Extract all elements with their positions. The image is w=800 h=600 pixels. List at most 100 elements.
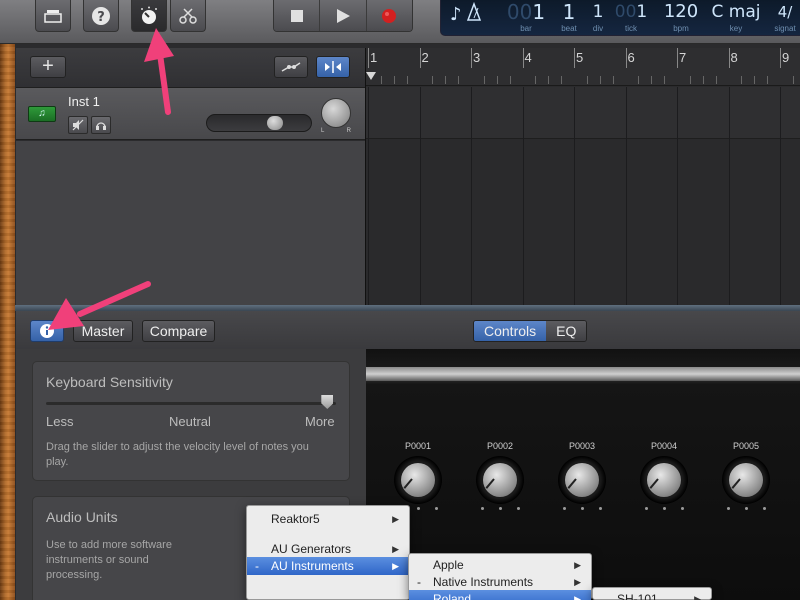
svg-text:♪: ♪	[450, 4, 462, 24]
lcd-div: 1 div	[587, 0, 609, 36]
plugin-menu: Reaktor5 ▶ AU Generators ▶ - AU Instruments ▶	[246, 505, 410, 600]
plugin-knob-label: P0003	[568, 441, 596, 451]
submenu-arrow-icon: ▶	[574, 577, 581, 587]
menu-item-label: SH-101	[617, 592, 658, 600]
range-dot	[580, 507, 584, 510]
help-button[interactable]: ?	[83, 0, 119, 32]
menu-item-roland[interactable]: Roland ▶	[409, 590, 591, 600]
timeline-ruler[interactable]: 1 2 3 4 5 6 7 8 9	[366, 48, 800, 86]
lcd-bar: 001 bar	[501, 0, 551, 36]
knob-icon[interactable]	[394, 456, 442, 504]
flex-icon	[325, 61, 341, 73]
play-button[interactable]	[320, 0, 367, 31]
ruler-beat-tick	[702, 76, 704, 84]
automation-icon	[281, 62, 301, 72]
ruler-beat-tick	[432, 76, 434, 84]
plugin-knob-p0001[interactable]: P0001	[390, 441, 446, 510]
transport-controls	[273, 0, 413, 32]
knob-range-dots	[644, 507, 684, 510]
keyboard-sensitivity-description: Drag the slider to adjust the velocity l…	[46, 441, 309, 468]
ruler-bar-line	[574, 48, 575, 68]
lcd-signature[interactable]: 4/ signat	[765, 0, 800, 36]
ruler-bar-line	[677, 48, 678, 68]
plugin-knob-label: P0005	[732, 441, 760, 451]
automation-button[interactable]	[274, 56, 308, 78]
svg-text:?: ?	[97, 10, 105, 25]
add-track-button[interactable]: +	[30, 56, 66, 78]
editors-icon	[179, 7, 197, 24]
knob-icon[interactable]	[476, 456, 524, 504]
tracks-header: +	[16, 48, 365, 88]
menu-check-dash: -	[255, 559, 259, 573]
lcd-display[interactable]: ♪ 001 bar 1 beat 1 div 001 tick 120 bpm	[440, 0, 800, 36]
lcd-bpm-label: bpm	[673, 24, 689, 33]
submenu-arrow-icon: ▶	[392, 561, 399, 571]
plugin-knob-p0002[interactable]: P0002	[472, 441, 528, 510]
grid-line	[471, 87, 472, 305]
grid-line	[522, 87, 524, 305]
keyboard-sensitivity-title: Keyboard Sensitivity	[46, 374, 173, 390]
menu-item-native-instruments[interactable]: - Native Instruments ▶	[409, 573, 591, 591]
plugin-knob-label: P0001	[404, 441, 432, 451]
range-dot	[434, 507, 438, 510]
ruler-bar-number: 8	[730, 50, 738, 65]
plugin-chrome-strip	[366, 367, 800, 381]
ruler-beat-tick	[561, 76, 563, 84]
sensitivity-slider-thumb[interactable]	[321, 395, 334, 409]
playhead[interactable]	[366, 72, 376, 80]
lcd-tick-label: tick	[625, 24, 637, 33]
grid-line	[574, 87, 575, 305]
knob-icon[interactable]	[722, 456, 770, 504]
menu-item-sh-101[interactable]: SH-101 ▶	[593, 590, 711, 600]
knob-icon[interactable]	[558, 456, 606, 504]
plugin-knob-p0004[interactable]: P0004	[636, 441, 692, 510]
grid-line	[625, 87, 627, 305]
roland-submenu: SH-101 ▶	[592, 587, 712, 600]
ruler-bar-number: 4	[524, 50, 532, 65]
solo-button[interactable]	[91, 116, 111, 134]
library-button[interactable]	[35, 0, 71, 32]
range-dot	[598, 507, 602, 510]
annotation-arrow-left	[48, 281, 151, 330]
sensitivity-slider[interactable]	[46, 402, 336, 405]
plugin-knob-p0003[interactable]: P0003	[554, 441, 610, 510]
lcd-bpm[interactable]: 120 bpm	[659, 0, 703, 36]
ruler-beat-tick	[767, 76, 769, 84]
tracks-area[interactable]	[366, 87, 800, 305]
lcd-key[interactable]: C maj key	[711, 0, 761, 36]
volume-slider-thumb[interactable]	[267, 116, 283, 130]
ruler-beat-tick	[599, 76, 601, 84]
tab-controls[interactable]: Controls	[474, 321, 547, 341]
plus-icon: +	[42, 55, 54, 77]
ruler-beat-tick	[792, 76, 794, 84]
mute-icon	[72, 119, 84, 131]
stop-button[interactable]	[274, 0, 321, 31]
ruler-beat-tick	[741, 76, 743, 84]
ruler-beat-tick	[651, 76, 653, 84]
tab-eq[interactable]: EQ	[546, 321, 587, 341]
record-button[interactable]	[366, 0, 412, 31]
ruler-bar-number: 1	[370, 50, 378, 65]
grid-line	[677, 87, 678, 305]
menu-item-reaktor5[interactable]: Reaktor5 ▶	[247, 510, 409, 528]
volume-slider[interactable]	[206, 114, 312, 132]
knob-icon[interactable]	[640, 456, 688, 504]
toolbar: ? ♪ 001 bar 1 beat 1 div 001 tick 120 bp…	[0, 0, 800, 44]
ruler-bar-number: 9	[782, 50, 790, 65]
flex-button[interactable]	[316, 56, 350, 78]
lcd-key-label: key	[729, 24, 743, 33]
menu-item-au-instruments[interactable]: - AU Instruments ▶	[247, 557, 409, 575]
menu-item-au-generators[interactable]: AU Generators ▶	[247, 540, 409, 558]
pan-knob[interactable]	[321, 98, 351, 128]
track-inst-1[interactable]: ♫ Inst 1 L R	[16, 88, 365, 140]
plugin-knob-p0005[interactable]: P0005	[718, 441, 774, 510]
mute-button[interactable]	[68, 116, 88, 134]
ruler-beat-tick	[638, 76, 640, 84]
track-lane[interactable]	[366, 87, 800, 139]
range-dot	[644, 507, 648, 510]
menu-item-apple[interactable]: Apple ▶	[409, 556, 591, 574]
ruler-bar-line	[522, 48, 524, 68]
knob-cap	[401, 463, 435, 497]
knob-range-dots	[480, 507, 520, 510]
ruler-bar-number: 7	[679, 50, 687, 65]
